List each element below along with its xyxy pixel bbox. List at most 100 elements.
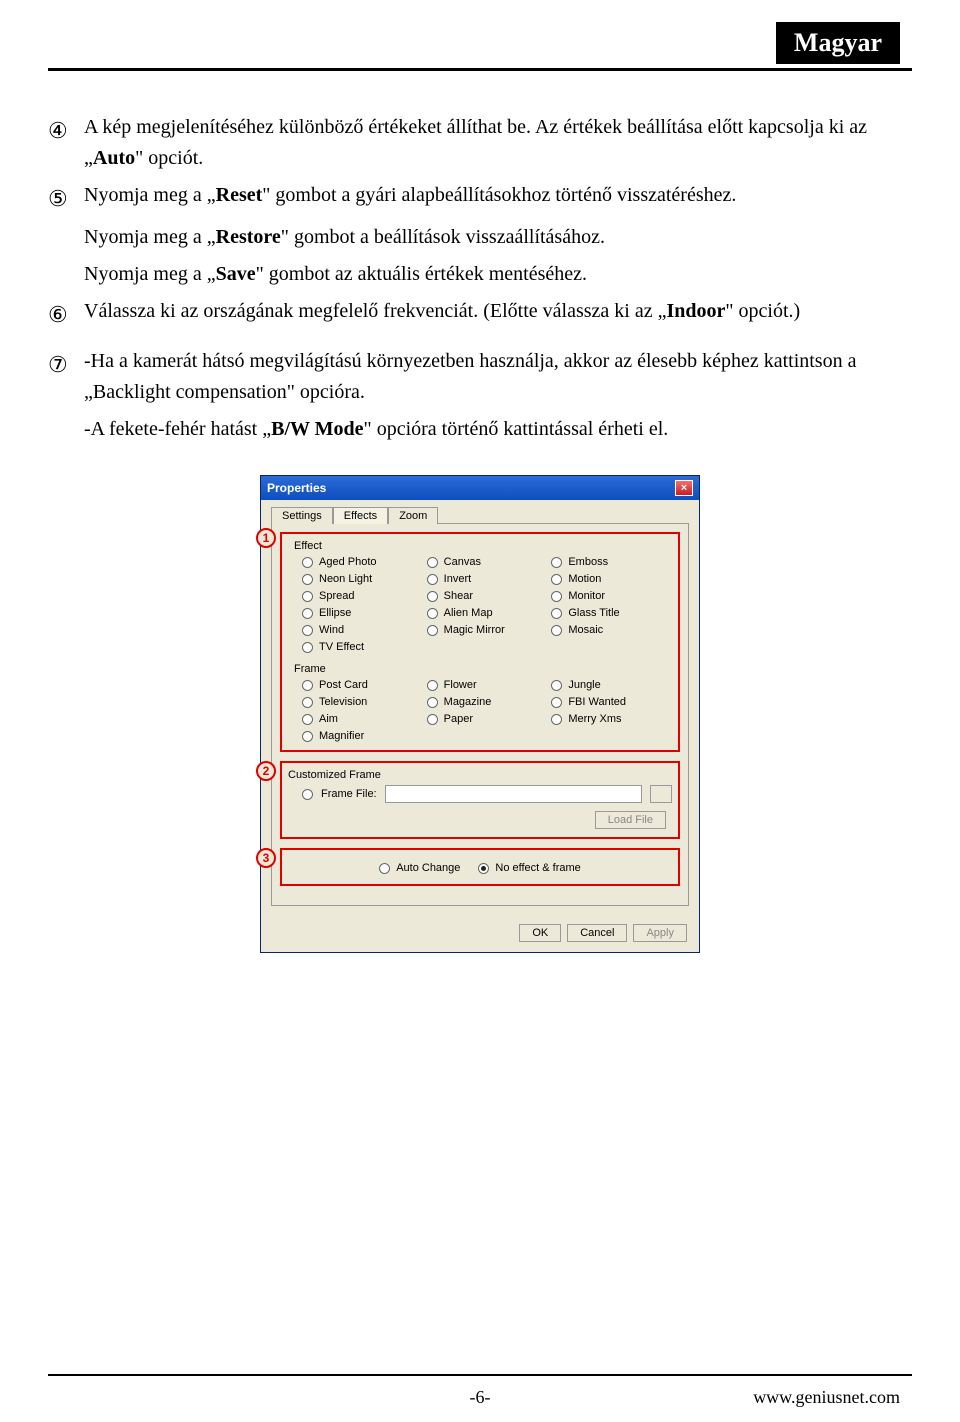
option-label: TV Effect: [319, 641, 364, 653]
radio-icon: [302, 714, 313, 725]
option-label: Wind: [319, 624, 344, 636]
radio-option[interactable]: Emboss: [551, 556, 672, 568]
option-label: Flower: [444, 679, 477, 691]
option-label: Neon Light: [319, 573, 372, 585]
frame-file-label: Frame File:: [321, 788, 377, 800]
apply-button[interactable]: Apply: [633, 924, 687, 942]
radio-option[interactable]: Mosaic: [551, 624, 672, 636]
frame-file-input[interactable]: [385, 785, 642, 803]
radio-icon: [379, 863, 390, 874]
option-label: Aim: [319, 713, 338, 725]
radio-icon: [302, 731, 313, 742]
radio-option[interactable]: Wind: [302, 624, 423, 636]
option-label: Magic Mirror: [444, 624, 505, 636]
radio-icon: [551, 608, 562, 619]
header-rule: [48, 68, 912, 71]
properties-window: Properties × Settings Effects Zoom 1 Eff…: [260, 475, 700, 953]
radio-option[interactable]: Flower: [427, 679, 548, 691]
radio-icon: [302, 574, 313, 585]
frame-label: Frame: [288, 663, 672, 675]
option-label: Invert: [444, 573, 472, 585]
t-bold: Reset: [216, 184, 263, 206]
no-effect-label: No effect & frame: [495, 862, 580, 874]
t: Válassza ki az országának megfelelő frek…: [84, 300, 666, 322]
radio-icon: [427, 625, 438, 636]
radio-icon: [427, 591, 438, 602]
titlebar: Properties ×: [261, 476, 699, 500]
tab-zoom[interactable]: Zoom: [388, 507, 438, 524]
cancel-button[interactable]: Cancel: [567, 924, 627, 942]
radio-icon: [302, 697, 313, 708]
redbox-1: 1 Effect Aged PhotoCanvasEmbossNeon Ligh…: [280, 532, 680, 752]
t: -Ha a kamerát hátsó megvilágítású környe…: [84, 350, 856, 403]
marker-4: ④: [48, 112, 84, 148]
radio-option[interactable]: Post Card: [302, 679, 423, 691]
radio-option[interactable]: Magic Mirror: [427, 624, 548, 636]
t: Nyomja meg a „: [84, 226, 216, 248]
option-label: Ellipse: [319, 607, 351, 619]
option-label: Mosaic: [568, 624, 603, 636]
radio-option[interactable]: Magazine: [427, 696, 548, 708]
load-file-button[interactable]: Load File: [595, 811, 666, 829]
effect-options: Aged Photo Canvas Emboss Neon Light Invert Mo…: [288, 556, 672, 653]
radio-icon: [427, 608, 438, 619]
radio-option[interactable]: Alien Map: [427, 607, 548, 619]
radio-option[interactable]: Magnifier: [302, 730, 423, 742]
radio-option[interactable]: Paper: [427, 713, 548, 725]
radio-icon: [551, 697, 562, 708]
footer-url: www.geniusnet.com: [753, 1387, 900, 1408]
radio-icon: [302, 591, 313, 602]
option-label: Spread: [319, 590, 354, 602]
radio-option[interactable]: Invert: [427, 573, 548, 585]
embedded-screenshot: Properties × Settings Effects Zoom 1 Eff…: [260, 475, 700, 953]
radio-option[interactable]: Ellipse: [302, 607, 423, 619]
option-label: Emboss: [568, 556, 608, 568]
radio-icon: [551, 574, 562, 585]
no-effect-frame-option[interactable]: No effect & frame: [478, 862, 580, 874]
tab-effects[interactable]: Effects: [333, 507, 388, 524]
t: " gombot a gyári alapbeállításokhoz tört…: [262, 184, 736, 206]
t-bold: B/W Mode: [271, 418, 363, 440]
t-bold: Save: [216, 263, 256, 285]
radio-option[interactable]: Spread: [302, 590, 423, 602]
marker-7: ⑦: [48, 346, 84, 382]
redbox-2: 2 Customized Frame Frame File: Load File: [280, 761, 680, 839]
t-bold: Indoor: [666, 300, 725, 322]
radio-option[interactable]: Aim: [302, 713, 423, 725]
t: " gombot a beállítások visszaállításához…: [281, 226, 605, 248]
radio-icon: [551, 591, 562, 602]
option-label: Monitor: [568, 590, 605, 602]
close-icon[interactable]: ×: [675, 480, 693, 496]
ok-button[interactable]: OK: [519, 924, 561, 942]
t: " opciót.): [725, 300, 800, 322]
t: " opciót.: [135, 147, 203, 169]
callout-1: 1: [256, 528, 276, 548]
radio-icon: [427, 680, 438, 691]
radio-option[interactable]: FBI Wanted: [551, 696, 672, 708]
t: " gombot az aktuális értékek mentéséhez.: [256, 263, 587, 285]
radio-option[interactable]: Aged Photo: [302, 556, 423, 568]
radio-option[interactable]: Merry Xms: [551, 713, 672, 725]
text-5-sub2: Nyomja meg a „Save" gombot az aktuális é…: [48, 259, 894, 290]
radio-option[interactable]: Monitor: [551, 590, 672, 602]
t-bold: Auto: [93, 147, 135, 169]
radio-icon: [427, 697, 438, 708]
text-6: Válassza ki az országának megfelelő frek…: [84, 296, 894, 327]
option-label: Alien Map: [444, 607, 493, 619]
radio-option[interactable]: Canvas: [427, 556, 548, 568]
radio-option[interactable]: Shear: [427, 590, 548, 602]
browse-button[interactable]: [650, 785, 672, 803]
tab-settings[interactable]: Settings: [271, 507, 333, 524]
list-item-7: ⑦ -Ha a kamerát hátsó megvilágítású körn…: [48, 346, 912, 408]
radio-option[interactable]: Television: [302, 696, 423, 708]
frame-file-radio[interactable]: [302, 789, 313, 800]
radio-option[interactable]: Jungle: [551, 679, 672, 691]
radio-option[interactable]: Glass Title: [551, 607, 672, 619]
radio-option[interactable]: TV Effect: [302, 641, 423, 653]
option-label: FBI Wanted: [568, 696, 626, 708]
radio-option[interactable]: Neon Light: [302, 573, 423, 585]
auto-change-option[interactable]: Auto Change: [379, 862, 460, 874]
list-item-5: ⑤ Nyomja meg a „Reset" gombot a gyári al…: [48, 180, 912, 216]
radio-icon: [551, 557, 562, 568]
radio-option[interactable]: Motion: [551, 573, 672, 585]
